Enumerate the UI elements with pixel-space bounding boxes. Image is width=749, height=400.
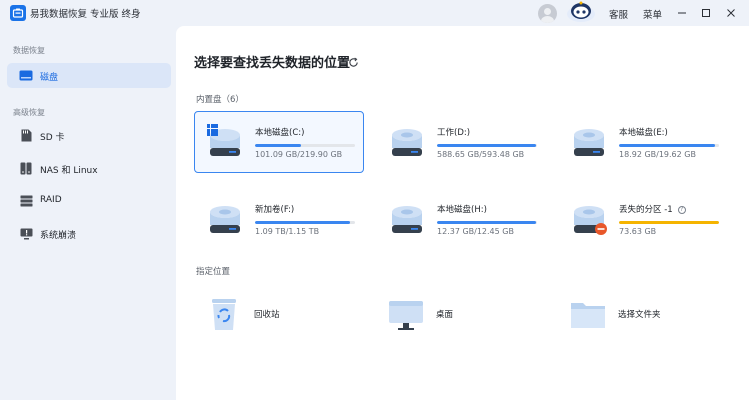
disk-drive-icon (392, 129, 422, 156)
drive-usage-bar (619, 144, 719, 147)
drive-card-f[interactable]: 新加卷(F:) 1.09 TB/1.15 TB (194, 188, 364, 250)
app-logo-icon (10, 5, 26, 21)
lost-partition-disk-icon (574, 206, 607, 235)
page-title: 选择要查找丢失数据的位置 (194, 56, 351, 71)
location-desktop[interactable]: 桌面 (376, 292, 546, 336)
location-label: 桌面 (436, 310, 454, 320)
sidebar-item-label: 系统崩溃 (40, 231, 77, 241)
drive-card-c[interactable]: 本地磁盘(C:) 101.09 GB/219.90 GB (194, 111, 364, 173)
close-icon[interactable] (722, 4, 740, 22)
sidebar-item-raid[interactable]: RAID (7, 188, 171, 213)
drive-size: 101.09 GB/219.90 GB (255, 150, 343, 159)
minimize-icon[interactable] (673, 4, 691, 22)
drive-usage-bar (255, 221, 355, 224)
drive-size: 18.92 GB/19.62 GB (619, 150, 696, 159)
recycle-bin-icon (212, 299, 236, 330)
drive-size: 588.65 GB/593.48 GB (437, 150, 525, 159)
drive-usage-bar (255, 144, 355, 147)
folder-icon (571, 303, 605, 328)
disk-drive-icon (210, 206, 240, 233)
drive-card-e[interactable]: 本地磁盘(E:) 18.92 GB/19.62 GB (558, 111, 728, 173)
sidebar: 数据恢复 磁盘 高级恢复 SD 卡 NAS 和 Linux RAID 系统崩溃 (0, 26, 176, 400)
drive-name-text: 丢失的分区 -1 (619, 205, 673, 215)
refresh-icon[interactable] (348, 57, 359, 68)
location-choose-folder[interactable]: 选择文件夹 (558, 292, 728, 336)
drive-name: 本地磁盘(E:) (619, 128, 668, 138)
drive-name: 本地磁盘(H:) (437, 205, 487, 215)
drive-usage-bar (437, 144, 537, 147)
windows-disk-icon (207, 124, 240, 156)
drive-name: 工作(D:) (437, 128, 471, 138)
menu-link[interactable]: 菜单 (643, 7, 662, 21)
sidebar-item-label: 磁盘 (40, 73, 59, 83)
internal-drives-label: 内置盘（6） (196, 95, 244, 105)
sidebar-item-system-crash[interactable]: 系统崩溃 (7, 221, 171, 246)
sidebar-item-label: RAID (40, 195, 62, 205)
drive-card-lost-partition[interactable]: 丢失的分区 -1? 73.63 GB (558, 188, 728, 250)
section-advanced-recovery: 高级恢复 (13, 108, 45, 117)
sd-card-icon (19, 129, 33, 142)
raid-icon (19, 194, 33, 207)
main-panel: 选择要查找丢失数据的位置 内置盘（6） 本地磁盘(C:) 101.09 GB/2… (176, 26, 749, 400)
disk-icon (19, 69, 33, 82)
maximize-icon[interactable] (697, 4, 715, 22)
location-recycle-bin[interactable]: 回收站 (194, 292, 364, 336)
mascot-icon[interactable] (566, 1, 596, 23)
app-title: 易我数据恢复 专业版 终身 (30, 9, 141, 20)
disk-drive-icon (392, 206, 422, 233)
drive-name: 丢失的分区 -1? (619, 203, 686, 215)
drive-usage-bar (437, 221, 537, 224)
drive-card-h[interactable]: 本地磁盘(H:) 12.37 GB/12.45 GB (376, 188, 546, 250)
location-label: 选择文件夹 (618, 310, 661, 320)
sidebar-item-nas-linux[interactable]: NAS 和 Linux (7, 156, 171, 181)
drive-name: 新加卷(F:) (255, 205, 295, 215)
drive-usage-bar (619, 221, 719, 224)
drive-card-d[interactable]: 工作(D:) 588.65 GB/593.48 GB (376, 111, 546, 173)
customer-service-link[interactable]: 客服 (609, 7, 628, 21)
location-label: 回收站 (254, 310, 280, 320)
specified-location-label: 指定位置 (196, 267, 231, 277)
sidebar-item-label: NAS 和 Linux (40, 166, 98, 176)
desktop-icon (389, 301, 423, 330)
nas-icon (19, 162, 33, 175)
user-avatar-icon[interactable] (538, 4, 557, 23)
section-data-recovery: 数据恢复 (13, 46, 45, 55)
sidebar-item-sd-card[interactable]: SD 卡 (7, 123, 171, 148)
sidebar-item-label: SD 卡 (40, 133, 65, 143)
sidebar-item-disk[interactable]: 磁盘 (7, 63, 171, 88)
help-icon[interactable]: ? (677, 206, 686, 214)
system-crash-icon (19, 227, 33, 240)
title-bar: 易我数据恢复 专业版 终身 客服 菜单 (0, 0, 749, 26)
drive-name: 本地磁盘(C:) (255, 128, 305, 138)
drive-size: 73.63 GB (619, 227, 657, 236)
drive-size: 12.37 GB/12.45 GB (437, 227, 514, 236)
disk-drive-icon (574, 129, 604, 156)
drive-size: 1.09 TB/1.15 TB (255, 227, 320, 236)
